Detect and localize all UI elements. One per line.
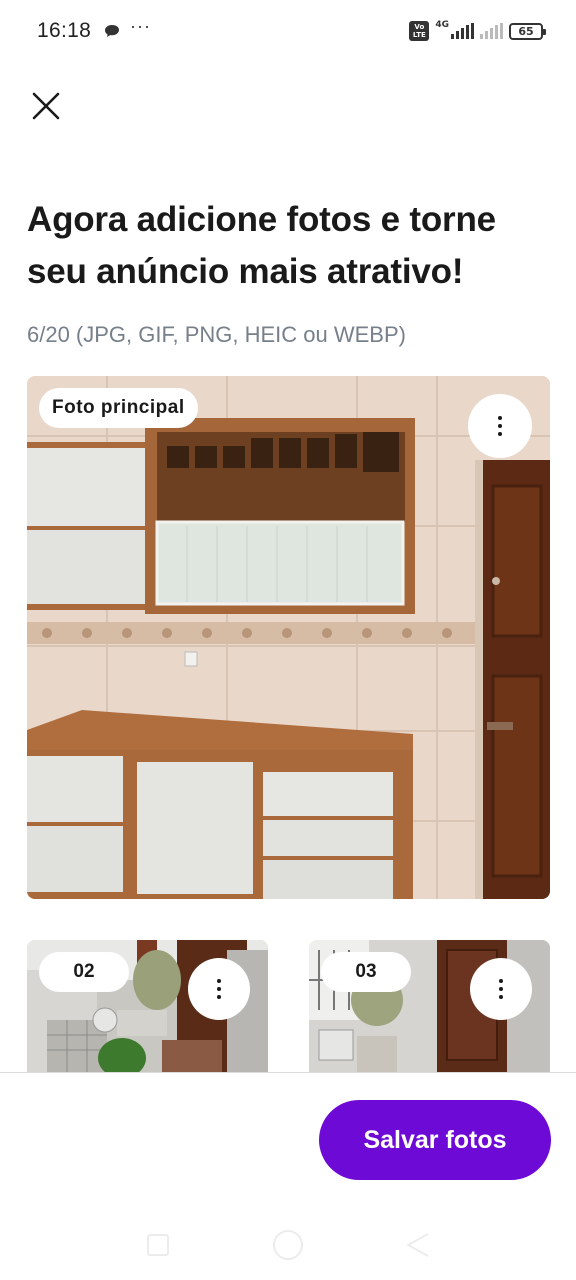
status-indicators: Vo LTE 4G 65 <box>409 20 546 42</box>
page-title: Agora adicione fotos e torne seu anúncio… <box>27 200 496 291</box>
main-photo-options-button[interactable] <box>468 394 532 458</box>
close-icon <box>32 92 60 120</box>
more-vertical-icon <box>499 979 503 999</box>
system-nav-bar <box>0 1212 576 1280</box>
more-vertical-icon <box>217 979 221 999</box>
photo-thumbnail-03[interactable]: 03 <box>309 940 550 1072</box>
kitchen-cabinet-photo <box>27 376 550 899</box>
main-photo-card[interactable]: Foto principal <box>27 376 550 899</box>
more-vertical-icon <box>498 416 502 436</box>
message-icon <box>105 25 119 37</box>
photo-03-options-button[interactable] <box>470 958 532 1020</box>
more-notifications-icon: ··· <box>130 16 151 36</box>
signal-icon <box>451 23 474 39</box>
status-bar: 16:18 ··· Vo LTE 4G 65 <box>0 0 576 64</box>
home-icon[interactable] <box>273 1230 303 1260</box>
battery-level: 65 <box>518 24 534 38</box>
close-button[interactable] <box>24 84 68 128</box>
photo-thumbnail-02[interactable]: 02 <box>27 940 268 1072</box>
photo-badge-02: 02 <box>39 952 129 992</box>
status-time: 16:18 <box>37 19 92 42</box>
volte-icon: Vo LTE <box>409 21 430 41</box>
photo-badge-03: 03 <box>321 952 411 992</box>
photo-count-hint: 6/20 (JPG, GIF, PNG, HEIC ou WEBP) <box>27 322 406 347</box>
save-photos-button[interactable]: Salvar fotos <box>319 1100 551 1180</box>
battery-icon: 65 <box>509 22 546 40</box>
network-type: 4G <box>435 20 449 30</box>
signal-secondary-icon <box>480 23 503 39</box>
recent-apps-icon[interactable] <box>147 1234 169 1256</box>
back-icon[interactable] <box>406 1232 430 1258</box>
main-photo-badge: Foto principal <box>39 388 198 428</box>
photo-02-options-button[interactable] <box>188 958 250 1020</box>
